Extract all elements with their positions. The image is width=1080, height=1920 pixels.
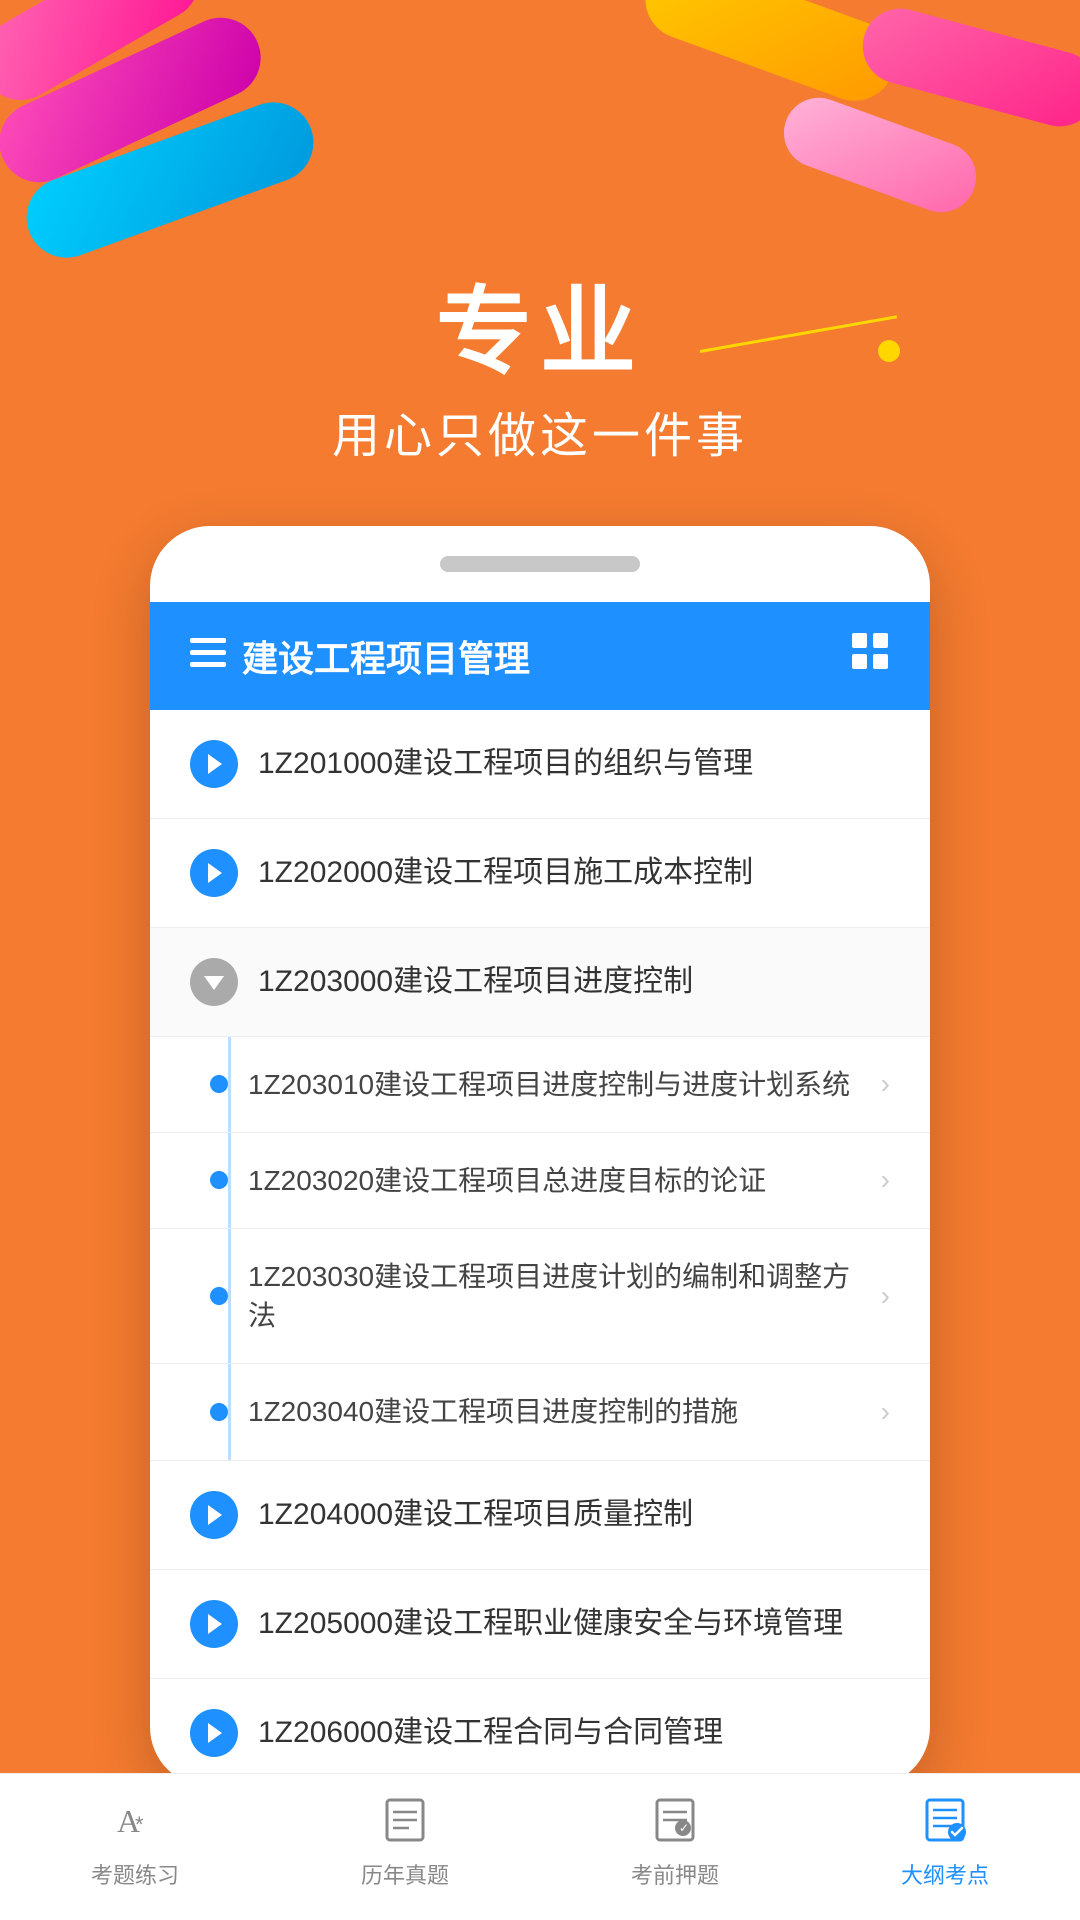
nav-item-dagang[interactable]: 大纲考点 bbox=[901, 1790, 989, 1890]
svg-text:*: * bbox=[135, 1812, 144, 1837]
app-header-left: 建设工程项目管理 bbox=[190, 630, 530, 682]
hero-sub-text: 用心只做这一件事 bbox=[0, 396, 1080, 466]
vertical-line bbox=[228, 1364, 231, 1459]
item-icon-gray bbox=[190, 958, 238, 1006]
dot-marker bbox=[210, 1171, 228, 1189]
sub-item-text: 1Z203020建设工程项目总进度目标的论证 bbox=[248, 1161, 861, 1200]
header-title: 建设工程项目管理 bbox=[242, 630, 530, 682]
list-item[interactable]: 1Z206000建设工程合同与合同管理 bbox=[150, 1679, 930, 1787]
nav-item-kaoti[interactable]: A * 考题练习 bbox=[91, 1790, 179, 1890]
dot-marker bbox=[210, 1075, 228, 1093]
bottom-nav: A * 考题练习 历年真题 ✓ 考前押题 bbox=[0, 1773, 1080, 1920]
nav-label-linian: 历年真题 bbox=[361, 1858, 449, 1890]
item-text: 1Z201000建设工程项目的组织与管理 bbox=[258, 743, 890, 785]
nav-icon-dagang bbox=[915, 1790, 975, 1850]
item-text: 1Z203000建设工程项目进度控制 bbox=[258, 961, 890, 1003]
item-icon-blue bbox=[190, 849, 238, 897]
list-item-expanded[interactable]: 1Z203000建设工程项目进度控制 bbox=[150, 928, 930, 1037]
hero-section: 专业 用心只做这一件事 bbox=[0, 0, 1080, 506]
nav-label-kaoquan: 考前押题 bbox=[631, 1858, 719, 1890]
phone-notch bbox=[440, 556, 640, 572]
sub-list-item[interactable]: 1Z203040建设工程项目进度控制的措施 › bbox=[150, 1364, 930, 1460]
hero-main-text: 专业 bbox=[0, 280, 1080, 386]
sub-item-text: 1Z203040建设工程项目进度控制的措施 bbox=[248, 1392, 861, 1431]
nav-icon-kaoquan: ✓ bbox=[645, 1790, 705, 1850]
item-text: 1Z202000建设工程项目施工成本控制 bbox=[258, 852, 890, 894]
list-container: 1Z201000建设工程项目的组织与管理 1Z202000建设工程项目施工成本控… bbox=[150, 710, 930, 1787]
item-icon-blue bbox=[190, 1600, 238, 1648]
sub-item-text: 1Z203010建设工程项目进度控制与进度计划系统 bbox=[248, 1065, 861, 1104]
nav-icon-linian bbox=[375, 1790, 435, 1850]
app-header: 建设工程项目管理 bbox=[150, 602, 930, 710]
item-icon-blue bbox=[190, 1491, 238, 1539]
nav-icon-kaoti: A * bbox=[105, 1790, 165, 1850]
grid-icon[interactable] bbox=[850, 631, 890, 680]
chevron-right-icon: › bbox=[881, 1164, 890, 1196]
nav-label-dagang: 大纲考点 bbox=[901, 1858, 989, 1890]
vertical-line bbox=[228, 1037, 231, 1132]
list-item[interactable]: 1Z201000建设工程项目的组织与管理 bbox=[150, 710, 930, 819]
sub-item-text: 1Z203030建设工程项目进度计划的编制和调整方法 bbox=[248, 1257, 861, 1335]
nav-item-kaoquan[interactable]: ✓ 考前押题 bbox=[631, 1790, 719, 1890]
nav-item-linian[interactable]: 历年真题 bbox=[361, 1790, 449, 1890]
item-text: 1Z204000建设工程项目质量控制 bbox=[258, 1494, 890, 1536]
menu-icon bbox=[190, 635, 226, 677]
chevron-right-icon: › bbox=[881, 1280, 890, 1312]
dot-marker bbox=[210, 1403, 228, 1421]
chevron-right-icon: › bbox=[881, 1068, 890, 1100]
item-icon-blue bbox=[190, 740, 238, 788]
item-text: 1Z206000建设工程合同与合同管理 bbox=[258, 1712, 890, 1754]
list-item[interactable]: 1Z205000建设工程职业健康安全与环境管理 bbox=[150, 1570, 930, 1679]
vertical-line bbox=[228, 1133, 231, 1228]
sub-list-item[interactable]: 1Z203020建设工程项目总进度目标的论证 › bbox=[150, 1133, 930, 1229]
list-item[interactable]: 1Z202000建设工程项目施工成本控制 bbox=[150, 819, 930, 928]
nav-label-kaoti: 考题练习 bbox=[91, 1858, 179, 1890]
vertical-line bbox=[228, 1229, 231, 1363]
sub-list-item[interactable]: 1Z203030建设工程项目进度计划的编制和调整方法 › bbox=[150, 1229, 930, 1364]
dot-marker bbox=[210, 1287, 228, 1305]
chevron-right-icon: › bbox=[881, 1396, 890, 1428]
list-item[interactable]: 1Z204000建设工程项目质量控制 bbox=[150, 1461, 930, 1570]
svg-text:✓: ✓ bbox=[679, 1821, 689, 1835]
item-icon-blue bbox=[190, 1709, 238, 1757]
item-text: 1Z205000建设工程职业健康安全与环境管理 bbox=[258, 1603, 890, 1645]
sub-list-item[interactable]: 1Z203010建设工程项目进度控制与进度计划系统 › bbox=[150, 1037, 930, 1133]
phone-mockup: 建设工程项目管理 1Z201000建设工程项目的组织与管理 1Z202000建设 bbox=[150, 526, 930, 1787]
